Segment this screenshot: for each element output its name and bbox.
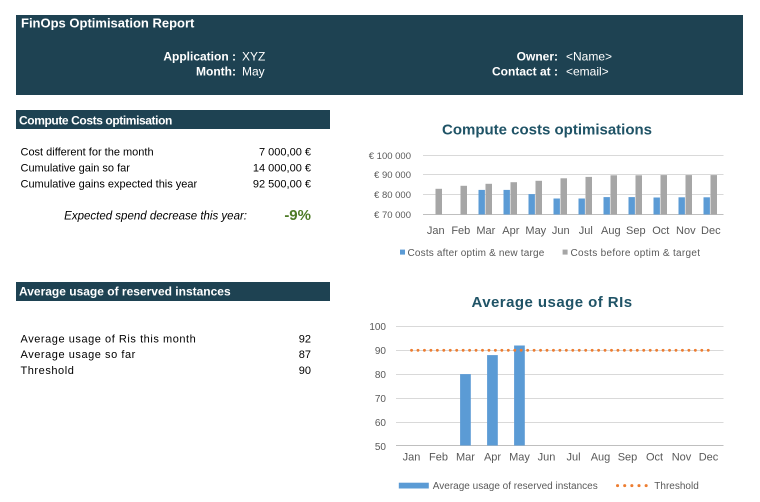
svg-text:Jan: Jan [403,452,421,464]
svg-text:<Name>: <Name> [566,49,612,63]
svg-text:Compute costs optimisations: Compute costs optimisations [442,122,652,139]
svg-text:92: 92 [299,333,311,345]
svg-text:Dec: Dec [701,225,721,237]
svg-text:50: 50 [375,442,387,453]
svg-text:Feb: Feb [429,452,448,464]
svg-text:Month:: Month: [196,65,236,79]
svg-text:Cumulative gain so far: Cumulative gain so far [21,162,131,174]
svg-text:Cost different for the month: Cost different for the month [21,147,154,159]
svg-text:Apr: Apr [484,452,501,464]
svg-text:Compute Costs optimisation: Compute Costs optimisation [19,114,172,128]
svg-text:€ 80 000: € 80 000 [374,190,411,201]
svg-text:FinOps Optimisation Report: FinOps Optimisation Report [21,16,195,31]
svg-text:100: 100 [369,322,386,333]
svg-text:Sep: Sep [618,452,638,464]
svg-text:Average usage of Ris this mont: Average usage of Ris this month [21,333,197,345]
svg-text:Aug: Aug [601,225,621,237]
svg-text:14 000,00 €: 14 000,00 € [253,162,311,174]
svg-text:7 000,00 €: 7 000,00 € [259,147,311,159]
svg-text:€ 100 000: € 100 000 [369,151,411,162]
svg-text:Jul: Jul [579,225,593,237]
svg-text:Threshold: Threshold [21,365,75,377]
svg-text:Average usage of reserved inst: Average usage of reserved instances [19,285,231,299]
svg-text:90: 90 [299,365,311,377]
svg-text:Dec: Dec [699,452,719,464]
svg-text:Expected spend decrease this y: Expected spend decrease this year: [64,210,247,222]
svg-text:Cumulative gains expected this: Cumulative gains expected this year [21,178,198,190]
svg-text:Apr: Apr [502,225,519,237]
svg-text:Nov: Nov [676,225,696,237]
svg-text:Mar: Mar [476,225,495,237]
svg-text:90: 90 [375,346,387,357]
svg-text:Application :: Application : [163,49,236,63]
svg-text:Nov: Nov [672,452,692,464]
svg-text:80: 80 [375,370,387,381]
svg-text:Oct: Oct [652,225,669,237]
svg-text:60: 60 [375,418,387,429]
svg-text:Jul: Jul [566,452,580,464]
svg-text:€ 90 000: € 90 000 [374,170,411,181]
svg-text:70: 70 [375,394,387,405]
svg-text:Jun: Jun [552,225,570,237]
svg-text:Average usage of reserved inst: Average usage of reserved instances [433,481,598,492]
svg-text:Costs after optim & new targe: Costs after optim & new targe [408,248,545,259]
svg-text:Jan: Jan [427,225,445,237]
svg-text:XYZ: XYZ [242,49,265,63]
svg-text:Average usage of RIs: Average usage of RIs [472,294,633,311]
svg-text:May: May [509,452,530,464]
svg-text:May: May [525,225,546,237]
svg-text:Jun: Jun [538,452,556,464]
svg-text:Sep: Sep [626,225,646,237]
svg-text:92 500,00 €: 92 500,00 € [253,178,311,190]
svg-text:Threshold: Threshold [654,481,698,492]
svg-text:Contact at :: Contact at : [492,65,558,79]
svg-text:Costs before optim & target: Costs before optim & target [571,248,701,259]
svg-text:87: 87 [299,349,311,361]
svg-text:Owner:: Owner: [517,49,558,63]
svg-text:Mar: Mar [456,452,475,464]
svg-text:-9%: -9% [284,207,311,224]
svg-text:Feb: Feb [451,225,470,237]
svg-text:May: May [242,65,265,79]
svg-text:Average usage so far: Average usage so far [21,349,136,361]
svg-text:<email>: <email> [566,65,609,79]
svg-text:Aug: Aug [591,452,611,464]
svg-text:€ 70 000: € 70 000 [374,210,411,221]
svg-text:Oct: Oct [646,452,663,464]
